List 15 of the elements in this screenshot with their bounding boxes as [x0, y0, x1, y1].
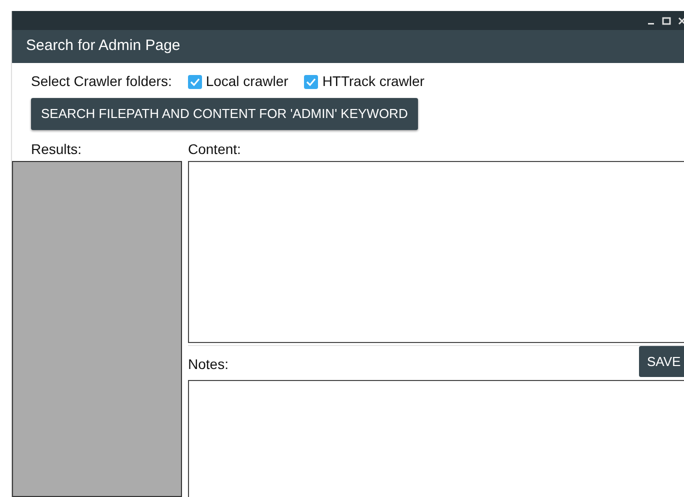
checkbox[interactable] — [304, 74, 318, 88]
close-icon[interactable] — [678, 16, 684, 24]
results-label: Results: — [30, 140, 83, 158]
maximize-icon[interactable] — [662, 16, 671, 24]
content-field[interactable] — [188, 160, 684, 342]
save-button[interactable]: SAVE — [639, 346, 684, 377]
notes-label: Notes: — [188, 354, 228, 374]
window-title: Search for Admin Page — [26, 36, 180, 56]
checkbox-label[interactable]: Local crawler — [206, 71, 288, 92]
content-label: Content: — [188, 140, 242, 158]
notes-field[interactable] — [188, 380, 684, 497]
checkbox-label[interactable]: HTTrack crawler — [322, 71, 424, 92]
checkbox[interactable] — [188, 74, 202, 88]
crawler-folders-label: Select Crawler folders: — [31, 72, 172, 91]
search-button[interactable]: SEARCH FILEPATH AND CONTENT FOR 'ADMIN' KEYWORD — [31, 98, 418, 130]
